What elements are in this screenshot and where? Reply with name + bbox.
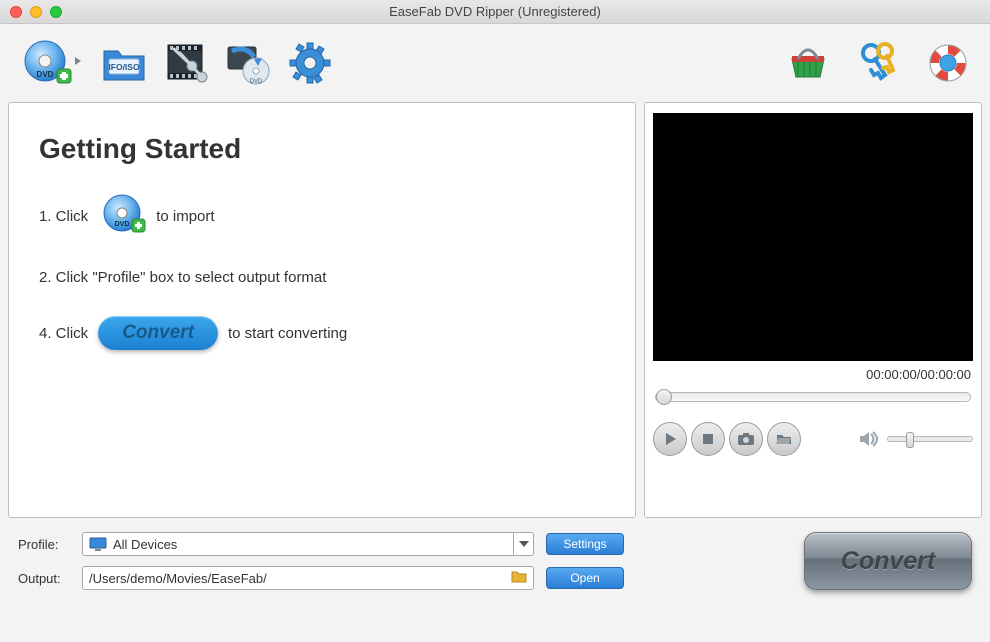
step-1-post: to import — [156, 208, 214, 225]
step-1-pre: 1. Click — [39, 208, 88, 225]
chevron-down-icon — [519, 541, 529, 547]
play-button[interactable] — [653, 422, 687, 456]
profile-label: Profile: — [18, 537, 82, 552]
preview-panel: 00:00:00/00:00:00 — [644, 102, 982, 518]
open-snapshot-folder-button[interactable] — [767, 422, 801, 456]
video-preview — [653, 113, 973, 361]
open-output-button[interactable]: Open — [546, 567, 624, 589]
convert-button[interactable]: Convert — [804, 532, 972, 590]
step-4: 4. Click Convert to start converting — [39, 316, 605, 350]
dvd-disc-icon: DVD — [23, 39, 81, 87]
volume-thumb[interactable] — [906, 432, 914, 448]
gear-icon — [286, 39, 334, 87]
snapshot-button[interactable] — [729, 422, 763, 456]
folder-ifo-icon: IFO/ISO — [100, 39, 148, 87]
ifo-iso-label: IFO/ISO — [108, 62, 140, 72]
play-icon — [663, 432, 677, 446]
load-ifo-iso-button[interactable]: IFO/ISO — [100, 39, 148, 87]
convert-pill-illustration: Convert — [98, 316, 218, 350]
settings-button[interactable] — [286, 39, 334, 87]
window-titlebar: EaseFab DVD Ripper (Unregistered) — [0, 0, 990, 24]
help-button[interactable] — [924, 39, 972, 87]
output-label: Output: — [18, 571, 82, 586]
profile-value: All Devices — [113, 537, 177, 552]
seek-bar[interactable] — [655, 392, 971, 402]
lifebuoy-icon — [926, 41, 970, 85]
output-path-value: /Users/demo/Movies/EaseFab/ — [89, 571, 267, 586]
seek-thumb[interactable] — [656, 389, 672, 405]
film-scissors-icon — [162, 39, 210, 87]
svg-text:DVD: DVD — [37, 70, 54, 79]
profile-dropdown-arrow[interactable] — [513, 533, 533, 555]
getting-started-heading: Getting Started — [39, 133, 605, 165]
step-4-pre: 4. Click — [39, 325, 88, 342]
load-dvd-button[interactable]: DVD — [18, 39, 86, 87]
folder-open-icon — [776, 433, 792, 445]
browse-output-icon[interactable] — [511, 570, 527, 586]
stop-icon — [702, 433, 714, 445]
merge-button[interactable]: DVD — [224, 39, 272, 87]
camera-icon — [738, 433, 754, 445]
getting-started-panel: Getting Started 1. Click DVD — [8, 102, 636, 518]
buy-button[interactable] — [784, 39, 832, 87]
shopping-basket-icon — [786, 43, 830, 83]
profile-select[interactable]: All Devices — [82, 532, 534, 556]
preview-time: 00:00:00/00:00:00 — [655, 367, 971, 382]
profile-settings-button[interactable]: Settings — [546, 533, 624, 555]
disc-arrow-icon: DVD — [224, 39, 272, 87]
volume-slider[interactable] — [887, 436, 973, 442]
step-2: 2. Click "Profile" box to select output … — [39, 269, 605, 286]
step-1: 1. Click DVD — [39, 193, 605, 239]
window-title: EaseFab DVD Ripper (Unregistered) — [0, 4, 990, 19]
svg-text:DVD: DVD — [115, 221, 130, 228]
dvd-disc-small-icon: DVD — [102, 193, 148, 239]
svg-text:DVD: DVD — [250, 79, 263, 85]
monitor-icon — [89, 537, 107, 551]
main-toolbar: DVD IFO/ISO — [0, 24, 990, 102]
step-4-post: to start converting — [228, 325, 347, 342]
edit-video-button[interactable] — [162, 39, 210, 87]
bottom-bar: Profile: All Devices Settings Output: /U… — [0, 518, 990, 600]
register-button[interactable] — [854, 39, 902, 87]
stop-button[interactable] — [691, 422, 725, 456]
speaker-icon — [859, 430, 879, 448]
output-path-field[interactable]: /Users/demo/Movies/EaseFab/ — [82, 566, 534, 590]
keys-icon — [858, 41, 898, 85]
